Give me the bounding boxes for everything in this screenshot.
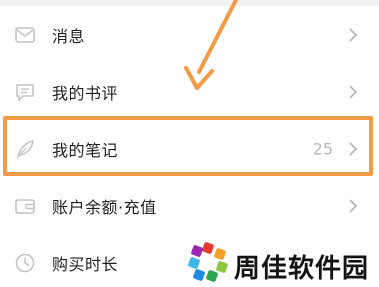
clock-icon — [15, 253, 35, 272]
menu-item-label: 消息 — [52, 26, 86, 46]
watermark: 周佳软件园 — [186, 238, 376, 284]
watermark-text: 周佳软件园 — [234, 254, 370, 284]
menu-item-label: 购买时长 — [52, 254, 119, 274]
menu-item-messages[interactable]: 消息 — [0, 6, 379, 63]
wallet-icon — [15, 198, 35, 214]
menu-item-label: 账户余额·充值 — [52, 197, 157, 217]
menu-item-my-reviews[interactable]: 我的书评 — [0, 63, 379, 120]
highlight-annotation-box — [3, 116, 373, 176]
menu-item-account-balance[interactable]: 账户余额·充值 — [0, 177, 379, 234]
chevron-right-icon — [349, 84, 358, 99]
menu-item-label: 我的书评 — [52, 83, 119, 103]
pinwheel-logo-icon — [188, 242, 228, 282]
chevron-right-icon — [349, 27, 358, 42]
chevron-right-icon — [349, 198, 358, 213]
mail-icon — [15, 26, 35, 43]
comment-icon — [16, 83, 34, 101]
